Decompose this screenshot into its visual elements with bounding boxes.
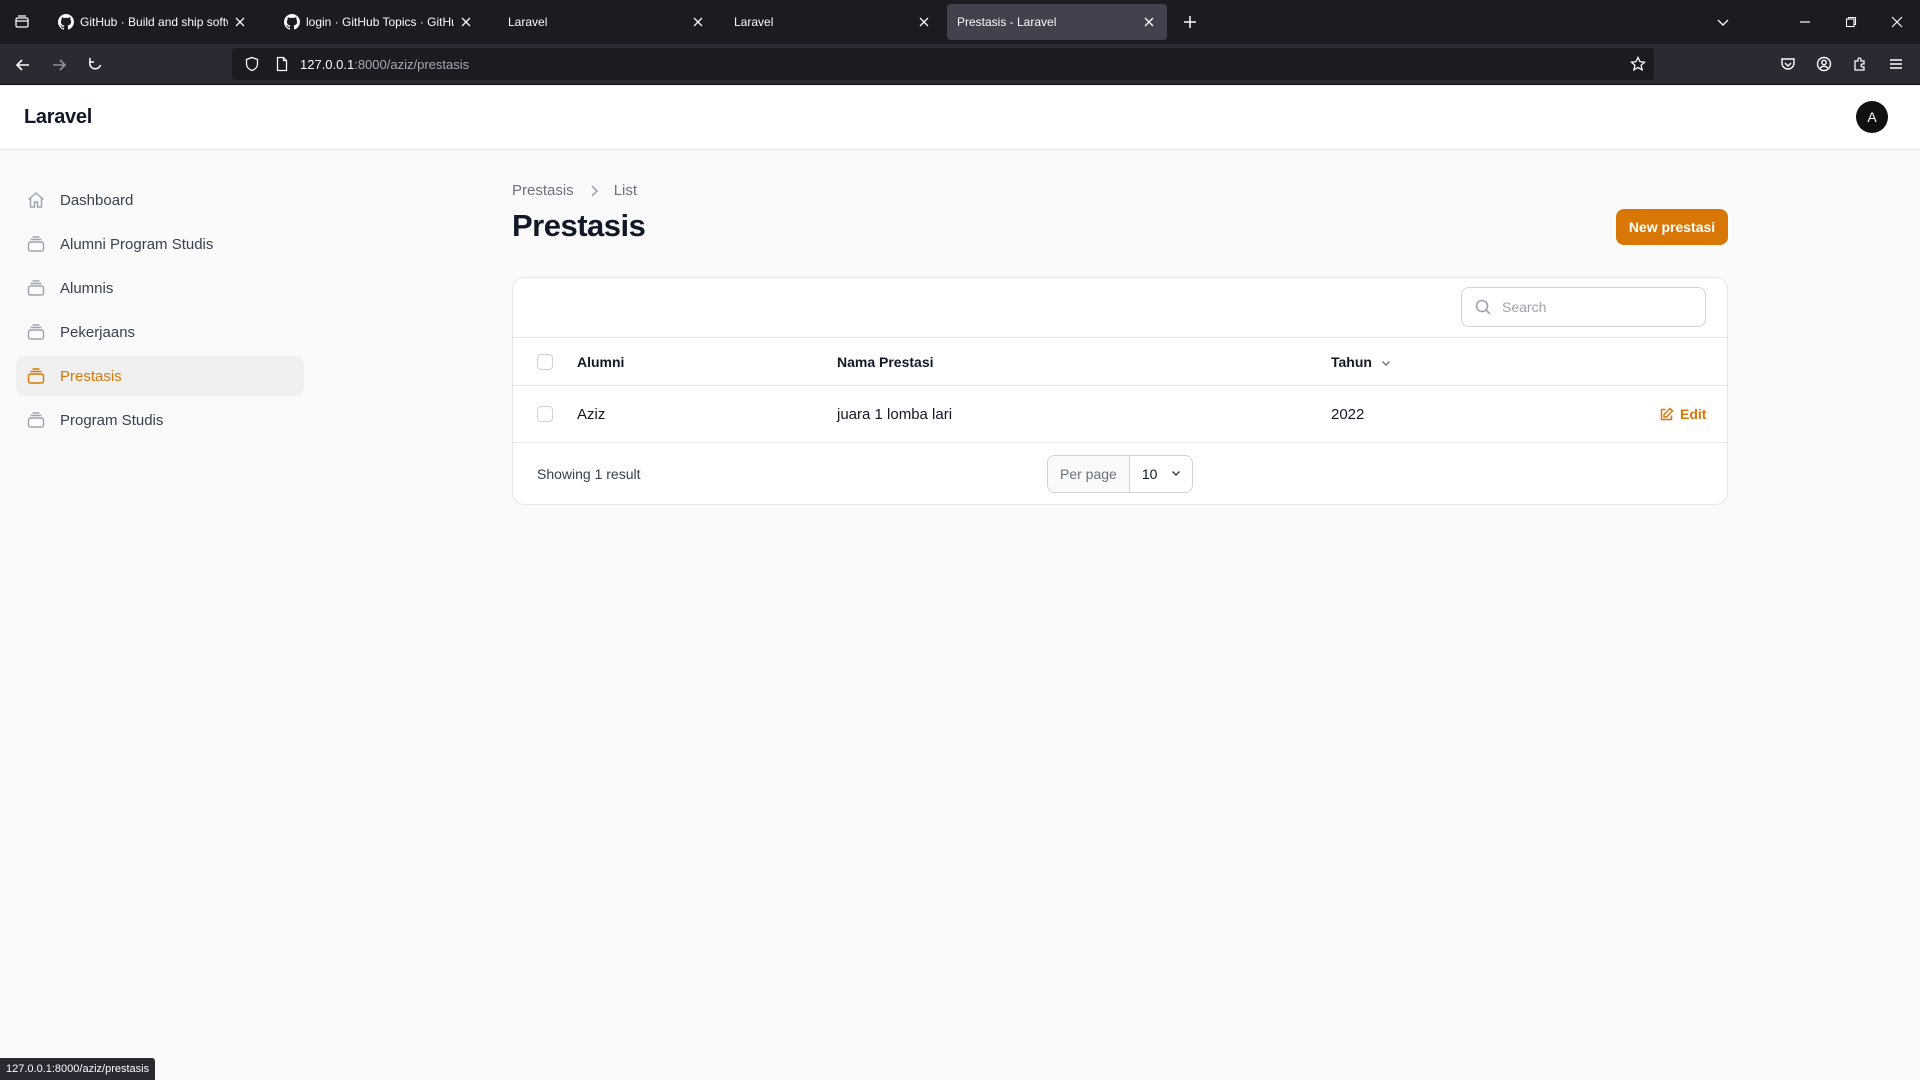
tab-list-icon[interactable] (8, 8, 36, 36)
chevron-down-icon[interactable] (1700, 0, 1746, 44)
back-arrow-icon[interactable] (8, 50, 38, 80)
sort-chevron-down-icon (1380, 356, 1392, 368)
breadcrumb: Prestasis List (512, 182, 637, 199)
sidebar-item-pekerjaans[interactable]: Pekerjaans (16, 312, 304, 352)
search-box[interactable] (1461, 287, 1706, 327)
minimize-icon[interactable] (1782, 0, 1828, 44)
sidebar-item-label: Prestasis (60, 367, 122, 385)
sidebar-item-label: Alumni Program Studis (60, 235, 214, 253)
chevron-down-icon (1170, 466, 1182, 482)
browser-tab[interactable]: GitHub · Build and ship software (48, 4, 258, 40)
url-host: 127.0.0.1 (300, 56, 355, 72)
sidebar-item-label: Alumnis (60, 279, 114, 297)
search-input[interactable] (1502, 299, 1692, 315)
close-icon[interactable] (1141, 14, 1157, 30)
page-title: Prestasis (512, 208, 646, 243)
browser-tab-bar: GitHub · Build and ship software login ·… (0, 0, 1920, 44)
cell-tahun[interactable]: 2022 (1331, 386, 1364, 442)
per-page-label: Per page (1048, 456, 1130, 492)
cell-nama-prestasi[interactable]: juara 1 lomba lari (837, 386, 952, 442)
new-prestasi-button[interactable]: New prestasi (1616, 209, 1728, 245)
collection-icon (26, 410, 46, 430)
search-icon (1474, 298, 1492, 316)
column-header-label: Tahun (1331, 353, 1372, 370)
collection-icon (26, 234, 46, 254)
per-page-value: 10 (1141, 466, 1158, 482)
extensions-icon[interactable] (1850, 54, 1870, 74)
sidebar-item-alumnis[interactable]: Alumnis (16, 268, 304, 308)
reload-icon[interactable] (80, 50, 110, 80)
cell-alumni[interactable]: Aziz (577, 386, 605, 442)
select-all-checkbox[interactable] (537, 353, 553, 370)
close-icon[interactable] (690, 14, 706, 30)
brand-logo[interactable]: Laravel (24, 106, 92, 129)
pocket-icon[interactable] (1778, 54, 1798, 74)
sidebar-item-program-studis[interactable]: Program Studis (16, 400, 304, 440)
browser-tab[interactable]: Laravel (498, 4, 716, 40)
bookmark-star-icon[interactable] (1630, 55, 1646, 72)
forward-arrow-icon[interactable] (44, 50, 74, 80)
sidebar: Dashboard Alumni Program Studis Alumnis … (16, 180, 304, 444)
collection-icon (26, 278, 46, 298)
table-toolbar (513, 278, 1727, 338)
sidebar-item-alumni-program-studis[interactable]: Alumni Program Studis (16, 224, 304, 264)
table-header: Alumni Nama Prestasi Tahun (513, 338, 1727, 386)
new-tab-icon[interactable] (1178, 10, 1202, 34)
user-avatar[interactable]: A (1856, 101, 1888, 133)
browser-tab[interactable]: Laravel (724, 4, 942, 40)
sidebar-item-label: Pekerjaans (60, 323, 136, 341)
breadcrumb-current: List (613, 182, 638, 199)
browser-tab[interactable]: login · GitHub Topics · GitHub (274, 4, 484, 40)
result-count: Showing 1 result (537, 466, 641, 482)
breadcrumb-link-prestasis[interactable]: Prestasis (512, 182, 574, 199)
sidebar-item-dashboard[interactable]: Dashboard (16, 180, 304, 220)
table-card: Alumni Nama Prestasi Tahun Aziz juara 1 … (512, 277, 1728, 505)
github-icon (58, 14, 74, 30)
window-close-icon[interactable] (1874, 0, 1920, 44)
collection-icon (26, 322, 46, 342)
column-header-nama-prestasi: Nama Prestasi (837, 353, 934, 370)
tab-title: Laravel (734, 15, 774, 29)
table-footer: Showing 1 result Per page 10 (513, 444, 1727, 504)
sidebar-item-label: Dashboard (60, 191, 134, 209)
browser-nav-bar: 127.0.0.1:8000/aziz/prestasis (0, 44, 1920, 85)
app-header: Laravel A (0, 86, 1920, 150)
pencil-square-icon (1659, 406, 1674, 422)
address-bar[interactable]: 127.0.0.1:8000/aziz/prestasis (232, 48, 1654, 80)
edit-action-cell: Edit (1659, 386, 1706, 442)
tab-title: login · GitHub Topics · GitHub (306, 15, 454, 29)
tab-title: Laravel (508, 15, 548, 29)
header-checkbox-cell (537, 338, 553, 385)
close-icon[interactable] (458, 14, 474, 30)
tab-title: GitHub · Build and ship software (80, 15, 228, 29)
link-status-bar: 127.0.0.1:8000/aziz/prestasis (0, 1058, 156, 1080)
avatar-initial: A (1867, 109, 1877, 125)
per-page-control[interactable]: Per page 10 (1047, 455, 1193, 493)
edit-link[interactable]: Edit (1659, 406, 1706, 422)
close-icon[interactable] (916, 14, 932, 30)
shield-icon[interactable] (244, 56, 260, 72)
column-header-alumni: Alumni (577, 353, 625, 370)
column-header-tahun[interactable]: Tahun (1331, 338, 1392, 385)
page-icon[interactable] (274, 56, 290, 72)
account-icon[interactable] (1814, 54, 1834, 74)
edit-label: Edit (1680, 406, 1707, 422)
sidebar-item-label: Program Studis (60, 411, 164, 429)
url-text: 127.0.0.1:8000/aziz/prestasis (300, 57, 469, 72)
browser-tab-active[interactable]: Prestasis - Laravel (947, 4, 1167, 40)
restore-icon[interactable] (1828, 0, 1874, 44)
tab-title: Prestasis - Laravel (957, 15, 1057, 29)
collection-icon (26, 366, 46, 386)
sidebar-item-prestasis[interactable]: Prestasis (16, 356, 304, 396)
url-path: :8000/aziz/prestasis (354, 56, 470, 72)
close-icon[interactable] (232, 14, 248, 30)
per-page-select[interactable]: 10 (1130, 456, 1192, 492)
table-row: Aziz juara 1 lomba lari 2022 Edit (513, 386, 1727, 443)
chevron-right-icon (586, 183, 602, 199)
row-checkbox[interactable] (537, 406, 553, 422)
home-icon (26, 190, 46, 210)
menu-icon[interactable] (1886, 54, 1906, 74)
row-checkbox-cell (537, 386, 553, 442)
github-icon (284, 14, 300, 30)
